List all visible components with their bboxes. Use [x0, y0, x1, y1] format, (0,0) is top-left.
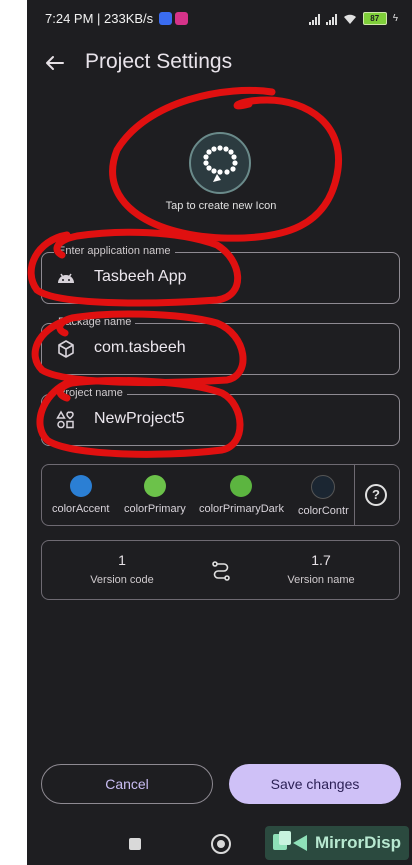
color-accent-label: colorAccent [52, 503, 110, 515]
version-code-label: Version code [90, 574, 154, 586]
wifi-icon [343, 14, 356, 24]
shapes-icon [56, 410, 74, 429]
prayer-beads-icon [203, 145, 238, 182]
status-bar: 7:24 PM | 233KB/s 87 ϟ [27, 0, 412, 38]
battery-icon: 87 [362, 12, 387, 25]
version-route-icon [212, 561, 230, 581]
color-accent-swatch [69, 475, 92, 497]
status-time: 7:24 PM | 233KB/s [45, 11, 154, 26]
project-name-value: NewProject5 [94, 410, 185, 427]
color-accent-item[interactable]: colorAccent [52, 475, 109, 515]
color-primary-dark-swatch [230, 475, 253, 497]
version-code-item[interactable]: 1 Version code [62, 552, 182, 586]
version-name-label: Version name [287, 574, 355, 586]
back-arrow-icon[interactable] [39, 48, 69, 78]
android-icon [58, 273, 74, 283]
cancel-button[interactable]: Cancel [41, 764, 213, 804]
play-app-icon [175, 12, 188, 25]
icon-caption: Tap to create new Icon [165, 200, 277, 212]
project-name-field[interactable]: Project name NewProject5 [41, 387, 400, 446]
mirrordisp-watermark: MirrorDisp [265, 826, 409, 860]
home-icon[interactable] [211, 834, 231, 854]
package-name-label: Package name [54, 316, 136, 328]
page-title: Project Settings [85, 50, 233, 73]
color-control-item[interactable]: colorContr [298, 475, 349, 517]
app-name-value: Tasbeeh App [94, 268, 187, 285]
package-icon [58, 340, 74, 358]
help-icon: ? [365, 484, 387, 506]
colors-panel: colorAccent colorPrimary colorPrimaryDar… [41, 464, 400, 526]
phone-app-icon [159, 12, 172, 25]
app-icon-button[interactable] [189, 132, 251, 194]
color-primary-label: colorPrimary [124, 503, 186, 515]
version-code-value: 1 [118, 552, 126, 568]
color-primary-dark-item[interactable]: colorPrimaryDark [199, 475, 284, 515]
recents-icon[interactable] [129, 838, 141, 850]
package-name-value: com.tasbeeh [94, 339, 186, 356]
signal-icon [325, 13, 337, 25]
app-name-field[interactable]: Enter application name Tasbeeh App [41, 245, 400, 304]
project-name-label: Project name [54, 387, 127, 399]
color-primary-dark-label: colorPrimaryDark [199, 503, 284, 515]
color-control-label: colorContr [298, 505, 349, 517]
color-control-swatch [311, 475, 336, 499]
version-name-value: 1.7 [311, 552, 331, 568]
app-name-label: Enter application name [54, 245, 175, 257]
watermark-text: MirrorDisp [315, 833, 401, 852]
color-primary-item[interactable]: colorPrimary [124, 475, 186, 515]
help-button[interactable]: ? [354, 465, 399, 525]
color-primary-swatch [143, 475, 166, 497]
status-app-badges [159, 12, 188, 25]
version-name-item[interactable]: 1.7 Version name [261, 552, 381, 586]
app-bar: Project Settings [27, 38, 412, 88]
charging-icon: ϟ [392, 13, 398, 24]
phone-screen: 7:24 PM | 233KB/s 87 ϟ Project Settings [27, 0, 412, 865]
version-panel: 1 Version code 1.7 Version name [41, 540, 400, 600]
save-changes-button[interactable]: Save changes [229, 764, 401, 804]
package-name-field[interactable]: Package name com.tasbeeh [41, 316, 400, 375]
signal-icon [308, 13, 320, 25]
mirrordisp-logo-icon [273, 831, 307, 851]
status-indicators: 87 ϟ [308, 12, 398, 25]
